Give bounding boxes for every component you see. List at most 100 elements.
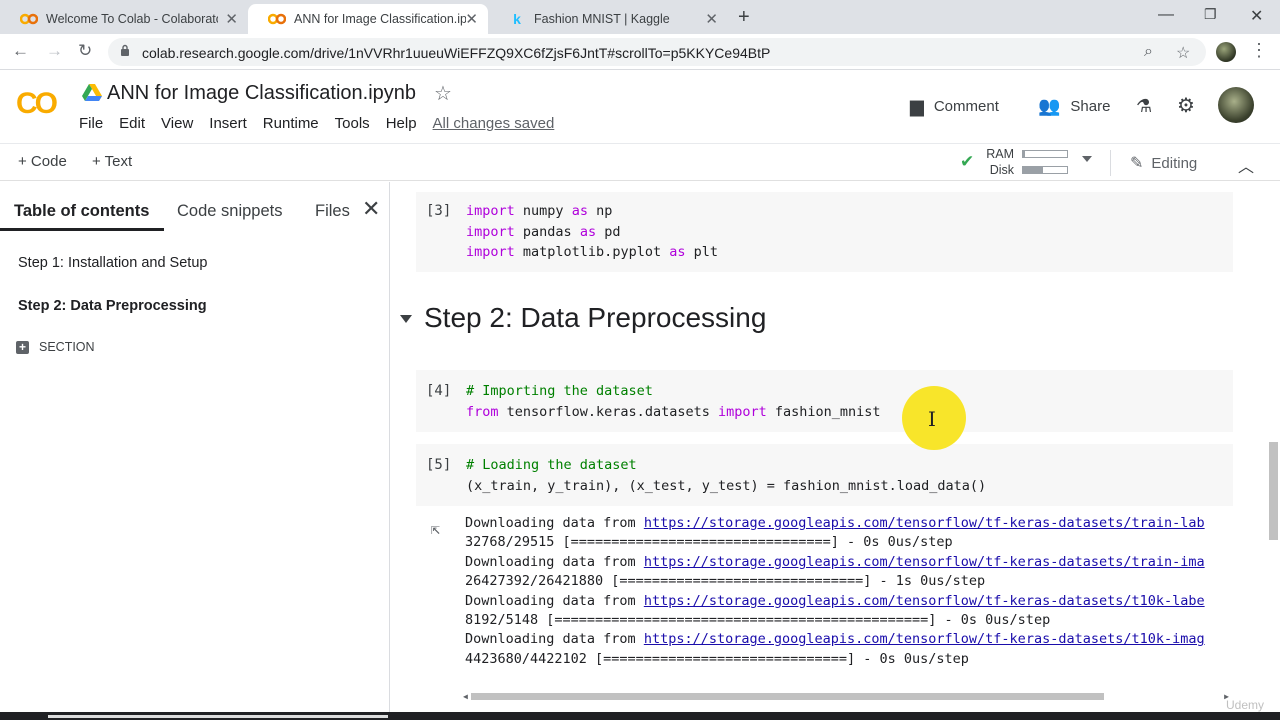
output-line: 8192/5148 [=============================…	[465, 612, 1051, 628]
share-button[interactable]: 👥 Share	[1038, 96, 1110, 117]
editing-mode-button[interactable]: ✎ Editing	[1130, 153, 1197, 173]
menu-tools[interactable]: Tools	[335, 115, 370, 132]
close-icon[interactable]: ✕	[465, 10, 478, 28]
execution-count[interactable]: [5]	[426, 457, 451, 473]
share-people-icon: 👥	[1038, 96, 1061, 116]
zoom-icon[interactable]: ⌕	[1144, 43, 1153, 61]
code-line[interactable]: (x_train, y_train), (x_test, y_test) = f…	[466, 478, 986, 494]
save-status-link[interactable]: All changes saved	[433, 115, 555, 132]
execution-count[interactable]: [4]	[426, 383, 451, 399]
settings-gear-icon[interactable]: ⚙	[1177, 93, 1195, 118]
ram-usage-bar[interactable]	[1022, 150, 1068, 158]
output-line: Downloading data from https://storage.go…	[465, 593, 1205, 609]
code-comment[interactable]: # Loading the dataset	[466, 457, 637, 473]
plus-box-icon: +	[16, 340, 29, 354]
dataset-link[interactable]: https://storage.googleapis.com/tensorflo…	[644, 554, 1205, 570]
colab-header: CO ANN for Image Classification.ipynb ☆ …	[0, 71, 1280, 143]
tab-code-snippets[interactable]: Code snippets	[177, 202, 283, 221]
code-line[interactable]: import matplotlib.pyplot as plt	[466, 244, 718, 260]
execution-count[interactable]: [3]	[426, 203, 451, 219]
page-vertical-scrollbar[interactable]	[1266, 182, 1280, 712]
runtime-dropdown-icon[interactable]	[1082, 156, 1092, 162]
notebook-title[interactable]: ANN for Image Classification.ipynb	[107, 82, 416, 105]
add-code-button[interactable]: + Code	[18, 153, 67, 170]
restore-icon[interactable]: ❐	[1204, 6, 1217, 23]
output-horizontal-scrollbar[interactable]: ◀ ▶	[463, 692, 1233, 701]
code-line[interactable]: from tensorflow.keras.datasets import fa…	[466, 404, 881, 420]
collapse-section-icon[interactable]	[400, 315, 412, 323]
forward-icon[interactable]: →	[46, 41, 63, 61]
minimize-icon[interactable]: —	[1158, 6, 1174, 24]
pencil-icon: ✎	[1130, 155, 1144, 172]
menu-view[interactable]: View	[161, 115, 193, 132]
url-text: colab.research.google.com/drive/1nVVRhr1…	[142, 45, 771, 61]
sidebar-panel: Table of contents Code snippets Files ✕ …	[0, 182, 390, 712]
notebook-toolbar: + Code + Text ✔ RAM Disk ✎ Editing ︿	[0, 143, 1280, 181]
menu-edit[interactable]: Edit	[119, 115, 145, 132]
browser-menu-icon[interactable]: ⋮	[1250, 40, 1268, 61]
scrollbar-thumb[interactable]	[1269, 442, 1278, 540]
menu-bar: File Edit View Insert Runtime Tools Help…	[79, 115, 570, 132]
menu-help[interactable]: Help	[386, 115, 417, 132]
star-icon[interactable]: ☆	[434, 81, 452, 106]
comment-label: Comment	[933, 98, 999, 115]
user-avatar[interactable]	[1218, 87, 1254, 123]
window-close-icon[interactable]: ✕	[1250, 6, 1263, 26]
code-comment[interactable]: # Importing the dataset	[466, 383, 653, 399]
output-line: Downloading data from https://storage.go…	[465, 554, 1205, 570]
close-sidebar-icon[interactable]: ✕	[362, 196, 380, 222]
output-line: Downloading data from https://storage.go…	[465, 631, 1205, 647]
comment-button[interactable]: ▆ Comment	[910, 96, 999, 117]
menu-insert[interactable]: Insert	[209, 115, 247, 132]
close-icon[interactable]: ✕	[225, 10, 238, 28]
browser-tab-welcome[interactable]: Welcome To Colab - Colaboratory ✕	[0, 4, 248, 34]
code-line[interactable]: import numpy as np	[466, 203, 612, 219]
tab-files[interactable]: Files	[315, 202, 350, 221]
code-cell[interactable]: [3] import numpy as np import pandas as …	[416, 192, 1233, 272]
menu-runtime[interactable]: Runtime	[263, 115, 319, 132]
toc-item-step1[interactable]: Step 1: Installation and Setup	[18, 255, 207, 271]
reload-icon[interactable]: ↻	[78, 41, 92, 61]
dataset-link[interactable]: https://storage.googleapis.com/tensorflo…	[644, 631, 1205, 647]
colab-icon	[268, 13, 286, 25]
video-progress-bar	[0, 712, 1280, 720]
browser-tab-strip: Welcome To Colab - Colaboratory ✕ ANN fo…	[0, 0, 1280, 34]
add-section-button[interactable]: + SECTION	[16, 340, 95, 354]
colab-logo[interactable]: CO	[16, 87, 58, 121]
browser-tab-notebook[interactable]: ANN for Image Classification.ipynb ✕	[248, 4, 488, 34]
lock-icon	[121, 44, 129, 56]
output-line: 4423680/4422102 [=======================…	[465, 650, 969, 667]
bookmark-star-icon[interactable]: ☆	[1176, 43, 1190, 63]
add-text-button[interactable]: + Text	[92, 153, 132, 170]
address-bar[interactable]: colab.research.google.com/drive/1nVVRhr1…	[108, 38, 1206, 66]
disk-label: Disk	[989, 163, 1014, 177]
dataset-link[interactable]: https://storage.googleapis.com/tensorflo…	[644, 593, 1205, 609]
comment-icon: ▆	[910, 96, 924, 116]
code-text: numpy	[514, 203, 572, 219]
tab-title: ANN for Image Classification.ipynb	[294, 12, 466, 26]
browser-profile-avatar[interactable]	[1216, 42, 1236, 62]
section-heading[interactable]: Step 2: Data Preprocessing	[424, 302, 766, 334]
collapse-header-icon[interactable]: ︿	[1238, 153, 1254, 177]
tab-table-of-contents[interactable]: Table of contents	[14, 202, 149, 221]
code-line[interactable]: import pandas as pd	[466, 224, 620, 240]
code-cell[interactable]: [4] # Importing the dataset from tensorf…	[416, 370, 1233, 432]
toc-item-step2[interactable]: Step 2: Data Preprocessing	[18, 298, 207, 314]
menu-file[interactable]: File	[79, 115, 103, 132]
keyword: from	[466, 404, 499, 420]
disk-usage-bar[interactable]	[1022, 166, 1068, 174]
scroll-left-icon[interactable]: ◀	[463, 692, 468, 701]
code-cell[interactable]: [5] # Loading the dataset (x_train, y_tr…	[416, 444, 1233, 506]
output-text: Downloading data from	[465, 515, 644, 531]
keyword: import	[717, 404, 767, 420]
close-icon[interactable]: ✕	[705, 10, 718, 28]
scrollbar-thumb[interactable]	[471, 693, 1104, 700]
new-tab-icon[interactable]: +	[738, 6, 750, 29]
output-text: Downloading data from	[465, 553, 644, 570]
back-icon[interactable]: ←	[12, 41, 29, 61]
keyword: import	[466, 203, 515, 219]
flask-icon[interactable]: ⚗	[1136, 96, 1152, 117]
output-actions-icon[interactable]: ⇱	[431, 520, 440, 538]
browser-tab-kaggle[interactable]: k Fashion MNIST | Kaggle ✕	[488, 4, 728, 34]
dataset-link[interactable]: https://storage.googleapis.com/tensorflo…	[644, 515, 1205, 531]
